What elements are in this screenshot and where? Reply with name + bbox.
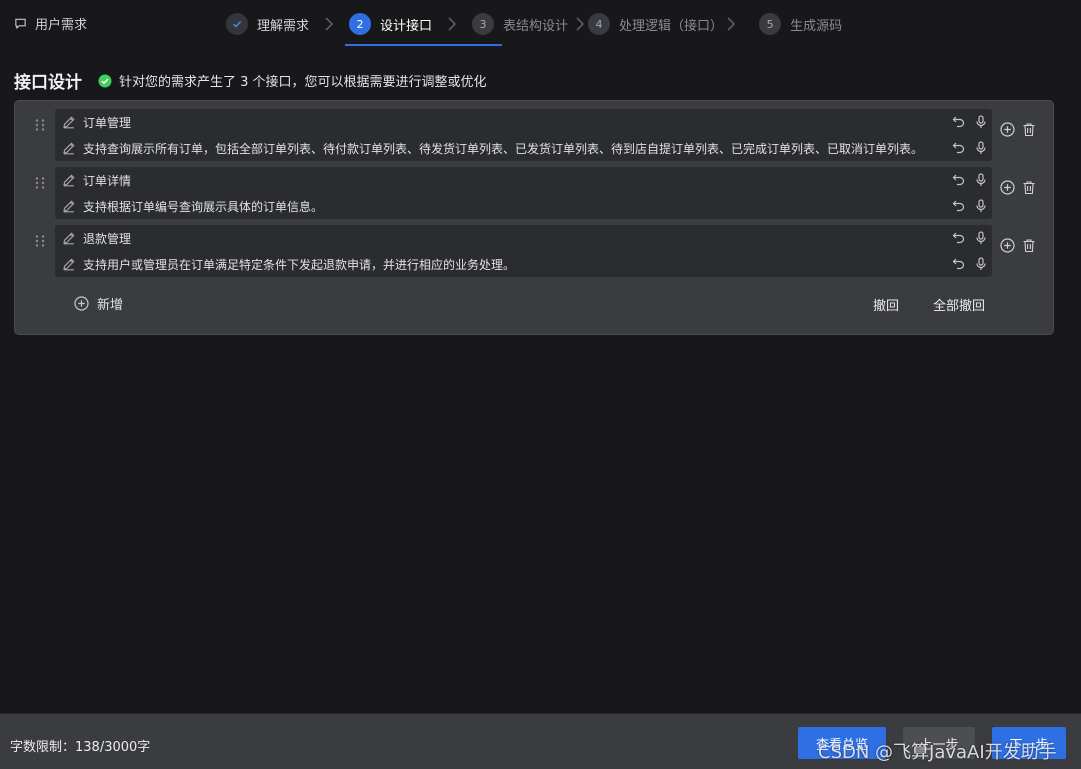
add-circle-icon[interactable] [1000,238,1015,253]
undo-button[interactable]: 撤回 [873,295,899,314]
interface-panel: 订单管理 支持查询展示所有订单，包括全部订单列表、待付款订单列表、待发货订单列表… [14,100,1054,335]
edit-icon [63,258,75,271]
interface-title-field[interactable]: 订单管理 [55,109,992,135]
edit-icon [63,200,75,213]
interface-title: 订单详情 [83,173,132,188]
char-limit-counter: 字数限制：138/3000字 [10,740,151,755]
chat-icon [15,18,26,29]
interface-fields: 订单管理 支持查询展示所有订单，包括全部订单列表、待付款订单列表、待发货订单列表… [55,109,992,161]
add-circle-icon[interactable] [1000,180,1015,195]
undo-icon[interactable] [952,173,965,186]
undo-icon[interactable] [952,141,965,154]
add-circle-icon[interactable] [1000,122,1015,137]
step-1-label: 理解需求 [257,18,310,34]
step-5-label: 生成源码 [790,18,843,34]
add-circle-icon [74,296,89,311]
undo-icon[interactable] [952,231,965,244]
section-heading: 接口设计 针对您的需求产生了 3 个接口，您可以根据需要进行调整或优化 [14,68,487,93]
interface-description: 支持根据订单编号查询展示具体的订单信息。 [83,199,324,214]
chevron-right-icon [448,17,456,31]
drag-handle-icon[interactable] [33,118,47,134]
microphone-icon[interactable] [975,257,987,271]
chevron-right-icon [727,17,735,31]
active-step-underline [345,44,502,46]
top-bar: 用户需求 理解需求 2 设计接口 3 表结构设计 4 处理逻辑（接口） 5 生成… [0,0,1081,48]
interface-description-field[interactable]: 支持查询展示所有订单，包括全部订单列表、待付款订单列表、待发货订单列表、已发货订… [55,135,992,161]
interface-description: 支持用户或管理员在订单满足特定条件下发起退款申请，并进行相应的业务处理。 [83,257,516,272]
add-interface-label: 新增 [97,298,124,313]
undo-icon[interactable] [952,199,965,212]
interface-item: 订单详情 支持根据订单编号查询展示具体的订单信息。 [15,167,1055,219]
interface-title-field[interactable]: 订单详情 [55,167,992,193]
step-4[interactable]: 4 处理逻辑（接口） [588,11,723,37]
interface-item: 订单管理 支持查询展示所有订单，包括全部订单列表、待付款订单列表、待发货订单列表… [15,109,1055,161]
trash-icon[interactable] [1022,180,1036,195]
previous-step-button[interactable]: 上一步 [903,727,975,759]
step-4-number: 4 [588,13,611,35]
step-2-label: 设计接口 [380,18,433,34]
add-interface-button[interactable]: 新增 [74,294,123,313]
edit-icon [63,232,75,245]
step-3[interactable]: 3 表结构设计 [472,11,568,37]
edit-icon [63,174,75,187]
step-2[interactable]: 2 设计接口 [349,11,432,37]
drag-handle-icon[interactable] [33,234,47,250]
requirement-tab-label: 用户需求 [35,18,88,33]
microphone-icon[interactable] [975,231,987,245]
microphone-icon[interactable] [975,173,987,187]
microphone-icon[interactable] [975,141,987,155]
step-indicator: 理解需求 2 设计接口 3 表结构设计 4 处理逻辑（接口） 5 生成源码 [226,11,842,37]
interface-description-field[interactable]: 支持根据订单编号查询展示具体的订单信息。 [55,193,992,219]
edit-icon [63,142,75,155]
check-icon [226,13,248,35]
undo-all-button[interactable]: 全部撤回 [933,295,985,314]
result-hint: 针对您的需求产生了 3 个接口，您可以根据需要进行调整或优化 [119,75,487,90]
step-4-label: 处理逻辑（接口） [619,18,724,34]
requirement-tab[interactable]: 用户需求 [14,14,87,33]
page-title: 接口设计 [14,73,82,93]
step-5-number: 5 [759,13,782,35]
interface-title-field[interactable]: 退款管理 [55,225,992,251]
drag-handle-icon[interactable] [33,176,47,192]
step-5[interactable]: 5 生成源码 [759,11,842,37]
check-circle-icon [98,74,112,87]
trash-icon[interactable] [1022,238,1036,253]
interface-title: 订单管理 [83,115,132,130]
trash-icon[interactable] [1022,122,1036,137]
microphone-icon[interactable] [975,115,987,129]
next-step-button[interactable]: 下一步 [992,727,1066,759]
step-2-number: 2 [349,13,372,35]
interface-fields: 订单详情 支持根据订单编号查询展示具体的订单信息。 [55,167,992,219]
step-1[interactable]: 理解需求 [226,11,309,37]
step-3-label: 表结构设计 [503,18,569,34]
chevron-right-icon [576,17,584,31]
footer-bar: 字数限制：138/3000字 查看总览 上一步 下一步 [0,713,1081,769]
undo-icon[interactable] [952,115,965,128]
undo-icon[interactable] [952,257,965,270]
step-3-number: 3 [472,13,495,35]
interface-item: 退款管理 支持用户或管理员在订单满足特定条件下发起退款申请，并进行相应的业务处理… [15,225,1055,277]
edit-icon [63,116,75,129]
chevron-right-icon [325,17,333,31]
interface-title: 退款管理 [83,231,132,246]
view-overview-button[interactable]: 查看总览 [798,727,886,759]
microphone-icon[interactable] [975,199,987,213]
interface-description-field[interactable]: 支持用户或管理员在订单满足特定条件下发起退款申请，并进行相应的业务处理。 [55,251,992,277]
interface-description: 支持查询展示所有订单，包括全部订单列表、待付款订单列表、待发货订单列表、已发货订… [83,141,924,156]
interface-fields: 退款管理 支持用户或管理员在订单满足特定条件下发起退款申请，并进行相应的业务处理… [55,225,992,277]
